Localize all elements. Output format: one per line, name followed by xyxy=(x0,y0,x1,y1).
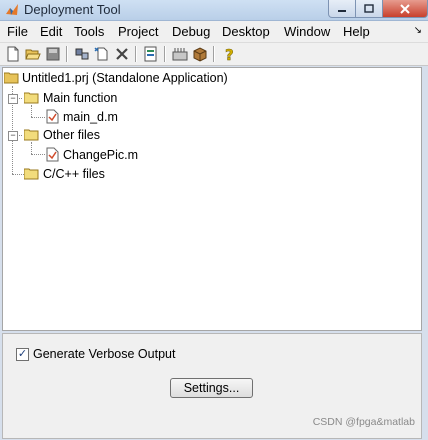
settings-icon[interactable] xyxy=(143,46,159,62)
tree-cpp-files[interactable]: C/C++ files xyxy=(43,167,105,182)
dock-arrow-icon[interactable]: ↘ xyxy=(414,25,422,36)
new-doc-icon[interactable] xyxy=(94,46,110,62)
maximize-icon xyxy=(364,4,374,13)
toolbar-separator xyxy=(135,46,137,62)
close-icon xyxy=(400,3,410,14)
tree-line xyxy=(31,105,32,117)
settings-button[interactable]: Settings... xyxy=(170,378,253,398)
menu-window[interactable]: Window xyxy=(284,24,330,39)
window-title: Deployment Tool xyxy=(24,2,121,17)
tree-main-file[interactable]: main_d.m xyxy=(63,110,118,125)
deployment-tool-window: Deployment Tool File Edit Tools Project … xyxy=(0,0,428,440)
close-button[interactable] xyxy=(383,0,428,18)
title-bar[interactable]: Deployment Tool xyxy=(0,0,428,21)
verbose-checkbox[interactable]: ✓ xyxy=(16,348,29,361)
m-file-icon xyxy=(46,109,59,124)
tree-other-file[interactable]: ChangePic.m xyxy=(63,148,138,163)
help-icon[interactable]: ? xyxy=(221,46,237,62)
folder-icon xyxy=(24,92,39,104)
new-file-icon[interactable] xyxy=(5,46,21,62)
menu-file[interactable]: File xyxy=(7,24,28,39)
folder-icon xyxy=(24,168,39,180)
menu-desktop[interactable]: Desktop xyxy=(222,24,270,39)
project-tree[interactable]: Untitled1.prj (Standalone Application) −… xyxy=(2,67,422,331)
menu-tools[interactable]: Tools xyxy=(74,24,104,39)
archive-icon[interactable] xyxy=(192,46,208,62)
tree-other-files[interactable]: Other files xyxy=(43,128,100,143)
tree-line xyxy=(31,142,32,154)
verbose-label[interactable]: Generate Verbose Output xyxy=(33,347,175,361)
tree-line xyxy=(31,154,45,155)
minimize-button[interactable] xyxy=(328,0,356,18)
menu-edit[interactable]: Edit xyxy=(40,24,62,39)
svg-text:?: ? xyxy=(225,46,234,62)
delete-icon[interactable] xyxy=(114,46,130,62)
matlab-logo-icon xyxy=(6,4,18,15)
maximize-button[interactable] xyxy=(356,0,383,18)
project-folder-icon xyxy=(4,72,19,84)
m-file-icon xyxy=(46,147,59,162)
tree-project-node[interactable]: Untitled1.prj (Standalone Application) xyxy=(22,71,228,86)
package-icon[interactable] xyxy=(172,46,188,62)
tree-line xyxy=(31,117,45,118)
collapse-toggle[interactable]: − xyxy=(8,131,18,141)
collapse-toggle[interactable]: − xyxy=(8,94,18,104)
menu-bar: File Edit Tools Project Debug Desktop Wi… xyxy=(0,21,428,43)
options-panel: ✓ Generate Verbose Output Settings... CS… xyxy=(2,333,422,439)
minimize-icon xyxy=(338,9,346,12)
toolbar-separator xyxy=(66,46,68,62)
open-folder-icon[interactable] xyxy=(25,46,41,62)
window-border xyxy=(422,66,428,440)
toolbar-separator xyxy=(213,46,215,62)
watermark-text: CSDN @fpga&matlab xyxy=(312,416,415,428)
menu-help[interactable]: Help xyxy=(343,24,370,39)
build-icon[interactable] xyxy=(74,46,90,62)
save-icon[interactable] xyxy=(45,46,61,62)
menu-debug[interactable]: Debug xyxy=(172,24,210,39)
toolbar-separator xyxy=(164,46,166,62)
folder-icon xyxy=(24,129,39,141)
menu-project[interactable]: Project xyxy=(118,24,158,39)
toolbar: ? xyxy=(0,43,428,66)
tree-main-function[interactable]: Main function xyxy=(43,91,117,106)
